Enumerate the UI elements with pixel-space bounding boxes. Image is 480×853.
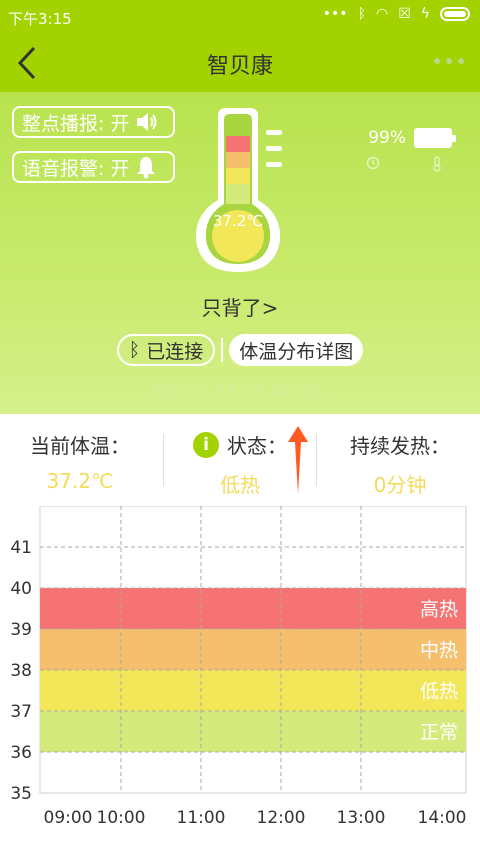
more-dots-icon: ••• [322, 6, 348, 22]
connection-row: ᛒ 已连接 体温分布详图 [0, 334, 480, 366]
wifi-icon: ◠ [375, 6, 389, 22]
y-tick-label: 36 [10, 743, 32, 763]
x-tick-label: 12:00 [257, 808, 306, 828]
y-tick-label: 39 [10, 620, 32, 640]
fever-duration-value: 0分钟 [373, 473, 427, 497]
voice-alarm-toggle[interactable]: 语音报警: 开 [12, 151, 175, 183]
x-tick-label: 10:00 [97, 808, 146, 828]
y-tick-label: 35 [10, 784, 32, 804]
y-tick-label: 40 [10, 579, 32, 599]
thermometer-temp: 37.2℃ [212, 212, 264, 230]
bluetooth-connected-icon: ᛒ [128, 339, 141, 361]
hourly-broadcast-label: 整点播报: 开 [22, 112, 130, 135]
y-tick-label: 38 [10, 661, 32, 681]
y-tick-label: 37 [10, 702, 32, 722]
divider [316, 434, 317, 486]
device-panel: 整点播报: 开 语音报警: 开 37.2℃ 99% 只背了> ᛒ 已连接 体温分… [0, 92, 480, 414]
no-sim-icon: ☒ [398, 6, 411, 22]
band-38-39 [40, 629, 466, 670]
band-label: 高热 [420, 599, 458, 621]
fever-duration-label: 持续发热： [350, 434, 450, 458]
device-mini-icons [366, 156, 442, 172]
band-label: 中热 [420, 640, 458, 662]
temp-detail-button[interactable]: 体温分布详图 [229, 334, 364, 366]
nav-bar: 智贝康 [0, 34, 480, 92]
x-tick-label: 13:00 [337, 808, 386, 828]
thermo-mid-segment [226, 152, 250, 168]
connection-label: 已连接 [146, 340, 204, 363]
device-battery-icon [414, 128, 456, 148]
timer-readout: 00:02:58:00:00:92 [156, 382, 324, 402]
thermometer-ticks [266, 130, 282, 178]
battery-icon [440, 7, 470, 21]
battery-percent: 99% [368, 128, 406, 148]
thermo-low-segment [226, 168, 250, 184]
page-title: 智贝康 [206, 54, 273, 79]
current-temp-stat: 当前体温： 37.2℃ [0, 430, 160, 493]
current-temp-label: 当前体温： [30, 434, 130, 458]
x-tick-label: 09:00 [44, 808, 93, 828]
band-37-38 [40, 670, 466, 711]
voice-alarm-label: 语音报警: 开 [22, 157, 130, 180]
current-temp-value: 37.2℃ [46, 469, 114, 493]
charging-icon: ϟ [420, 6, 430, 22]
stats-row: 当前体温： 37.2℃ i 状态： 低热 持续发热： 0分钟 [0, 414, 480, 506]
divider [221, 338, 224, 362]
y-tick-label: 41 [10, 538, 32, 558]
x-tick-label: 14:00 [418, 808, 467, 828]
x-tick-label: 11:00 [177, 808, 226, 828]
band-label: 正常 [420, 722, 458, 744]
more-menu-icon[interactable] [434, 58, 464, 64]
bell-icon [137, 157, 156, 179]
bluetooth-icon: ᛒ [357, 6, 366, 22]
thermo-normal-segment [226, 184, 250, 204]
speaker-icon [137, 113, 157, 131]
band-36-37 [40, 711, 466, 752]
status-time: 下午3:15 [8, 10, 72, 28]
band-label: 低热 [420, 681, 458, 703]
back-link[interactable]: 只背了> [0, 292, 480, 321]
device-battery: 99% [368, 128, 456, 148]
band-39-40 [40, 588, 466, 629]
mini-thermometer-icon [433, 156, 441, 172]
temperature-chart: 高热中热低热正常 35 36 37 38 39 40 41 09:00 10:00 11:00 12:… [10, 506, 467, 828]
thermo-high-segment [226, 136, 250, 152]
info-icon[interactable]: i [193, 431, 219, 458]
state-label: 状态： [227, 434, 287, 458]
status-bar: 下午3:15 ••• ᛒ ◠ ☒ ϟ [0, 0, 480, 34]
hourly-broadcast-toggle[interactable]: 整点播报: 开 [12, 106, 175, 138]
clock-icon [366, 156, 380, 170]
connection-status[interactable]: ᛒ 已连接 [116, 334, 216, 366]
status-icons: ••• ᛒ ◠ ☒ ϟ [323, 6, 470, 22]
up-arrow-icon [288, 426, 308, 494]
fever-duration-stat: 持续发热： 0分钟 [320, 430, 480, 498]
